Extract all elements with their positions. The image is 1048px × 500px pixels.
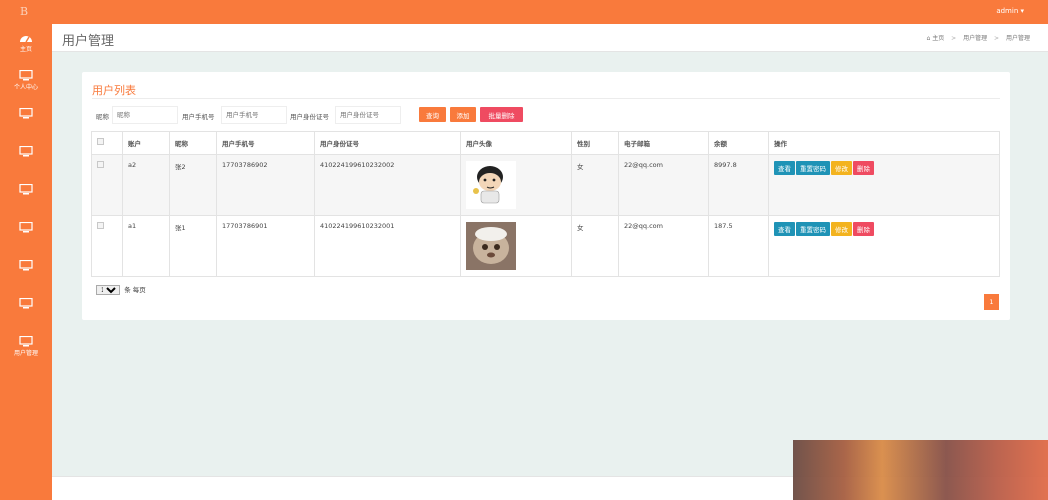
row-select-cell (91, 154, 123, 216)
sidebar-item-4[interactable] (0, 142, 52, 178)
nickname-label: 昵称 (96, 113, 109, 121)
balance-cell: 187.5 (708, 215, 769, 277)
avatar-cell (460, 215, 572, 277)
watermark-logo (793, 440, 1048, 500)
sidebar-item-home[interactable]: 主页 (0, 28, 52, 64)
user-list-card: 用户列表 昵称 用户手机号 用户身份证号 查询 添加 批量删除 账户 昵称 用户… (82, 72, 1010, 320)
avatar-cell (460, 154, 572, 216)
phone-label: 用户手机号 (182, 113, 215, 121)
page-title: 用户管理 (62, 34, 115, 49)
monitor-icon (19, 146, 33, 157)
page-size-label: 条 每页 (124, 286, 146, 294)
edit-button[interactable]: 修改 (831, 161, 852, 175)
sidebar-item-label: 主页 (19, 46, 32, 53)
page-size-control: 10 条 每页 (96, 284, 146, 295)
breadcrumb-home[interactable]: 主页 (932, 35, 944, 42)
phone-input[interactable] (221, 106, 287, 124)
column-header[interactable]: 账户 (122, 131, 170, 155)
card-divider (92, 98, 1000, 99)
add-button[interactable]: 添加 (450, 107, 476, 122)
home-icon: ⌂ (926, 35, 931, 42)
breadcrumb-current: 用户管理 (1005, 35, 1030, 42)
actions-cell: 查看 重置密码 修改 删除 (768, 215, 1000, 277)
view-button[interactable]: 查看 (774, 222, 795, 236)
column-header[interactable]: 昵称 (169, 131, 217, 155)
account-cell: a2 (122, 154, 170, 216)
phone-cell: 17703786901 (216, 215, 315, 277)
page-button-current[interactable]: 1 (984, 294, 999, 310)
email-cell: 22@qq.com (618, 154, 709, 216)
avatar[interactable] (466, 161, 516, 209)
gender-cell: 女 (571, 154, 619, 216)
column-header[interactable]: 用户身份证号 (314, 131, 461, 155)
admin-menu[interactable]: admin ▾ (996, 7, 1024, 15)
page-size-select[interactable]: 10 (96, 285, 120, 295)
monitor-icon (19, 336, 33, 347)
sidebar-item-3[interactable] (0, 104, 52, 140)
nickname-cell: 张2 (169, 154, 217, 216)
select-all-checkbox[interactable] (97, 138, 104, 145)
email-cell: 22@qq.com (618, 215, 709, 277)
monitor-icon (19, 108, 33, 119)
sidebar: 主页 个人中心 用户管理 (0, 24, 52, 500)
idcard-cell: 410224199610232001 (314, 215, 461, 277)
monitor-icon (19, 222, 33, 233)
sidebar-item-profile[interactable]: 个人中心 (0, 66, 52, 102)
monitor-icon (19, 184, 33, 195)
user-table: 账户 昵称 用户手机号 用户身份证号 用户头像 性别 电子邮箱 余额 操作 a2… (91, 131, 1000, 277)
reset-password-button[interactable]: 重置密码 (796, 161, 830, 175)
monitor-icon (19, 260, 33, 271)
column-header: 操作 (768, 131, 1000, 155)
column-header[interactable]: 余额 (708, 131, 769, 155)
sidebar-item-5[interactable] (0, 180, 52, 216)
sidebar-item-label: 用户管理 (13, 350, 38, 357)
breadcrumb-section[interactable]: 用户管理 (963, 35, 987, 42)
sidebar-item-6[interactable] (0, 218, 52, 254)
delete-button[interactable]: 删除 (853, 161, 874, 175)
table-row: a2 张2 17703786902 410224199610232002 女 2… (91, 154, 1000, 216)
avatar[interactable] (466, 222, 516, 270)
row-select-cell (91, 215, 123, 277)
column-header[interactable]: 电子邮箱 (618, 131, 709, 155)
monitor-icon (19, 298, 33, 309)
column-header[interactable]: 用户手机号 (216, 131, 315, 155)
idcard-cell: 410224199610232002 (314, 154, 461, 216)
sidebar-item-8[interactable] (0, 294, 52, 330)
breadcrumb-separator: > (994, 35, 1000, 42)
row-checkbox[interactable] (97, 161, 104, 168)
sidebar-item-label: 个人中心 (13, 84, 38, 91)
table-header-row: 账户 昵称 用户手机号 用户身份证号 用户头像 性别 电子邮箱 余额 操作 (91, 131, 1000, 155)
breadcrumb: ⌂ 主页 > 用户管理 > 用户管理 (926, 33, 1030, 42)
breadcrumb-separator: > (951, 35, 957, 42)
nickname-input[interactable] (112, 106, 178, 124)
monitor-icon (19, 70, 33, 81)
gender-cell: 女 (571, 215, 619, 277)
row-checkbox[interactable] (97, 222, 104, 229)
brand-logo: B (20, 5, 29, 18)
account-cell: a1 (122, 215, 170, 277)
nickname-cell: 张1 (169, 215, 217, 277)
reset-password-button[interactable]: 重置密码 (796, 222, 830, 236)
top-bar: B admin ▾ (0, 0, 1048, 24)
card-title: 用户列表 (92, 84, 136, 97)
delete-button[interactable]: 删除 (853, 222, 874, 236)
sidebar-item-7[interactable] (0, 256, 52, 292)
column-header[interactable]: 用户头像 (460, 131, 572, 155)
view-button[interactable]: 查看 (774, 161, 795, 175)
idcard-input[interactable] (335, 106, 401, 124)
actions-cell: 查看 重置密码 修改 删除 (768, 154, 1000, 216)
page-header: 用户管理 ⌂ 主页 > 用户管理 > 用户管理 (52, 24, 1048, 52)
batch-delete-button[interactable]: 批量删除 (480, 107, 523, 122)
dashboard-icon (20, 36, 32, 43)
table-row: a1 张1 17703786901 410224199610232001 女 2… (91, 215, 1000, 277)
idcard-label: 用户身份证号 (290, 113, 329, 121)
query-button[interactable]: 查询 (419, 107, 446, 122)
balance-cell: 8997.8 (708, 154, 769, 216)
sidebar-item-users[interactable]: 用户管理 (0, 332, 52, 368)
phone-cell: 17703786902 (216, 154, 315, 216)
column-header[interactable]: 性别 (571, 131, 619, 155)
select-all-cell (91, 131, 123, 155)
edit-button[interactable]: 修改 (831, 222, 852, 236)
